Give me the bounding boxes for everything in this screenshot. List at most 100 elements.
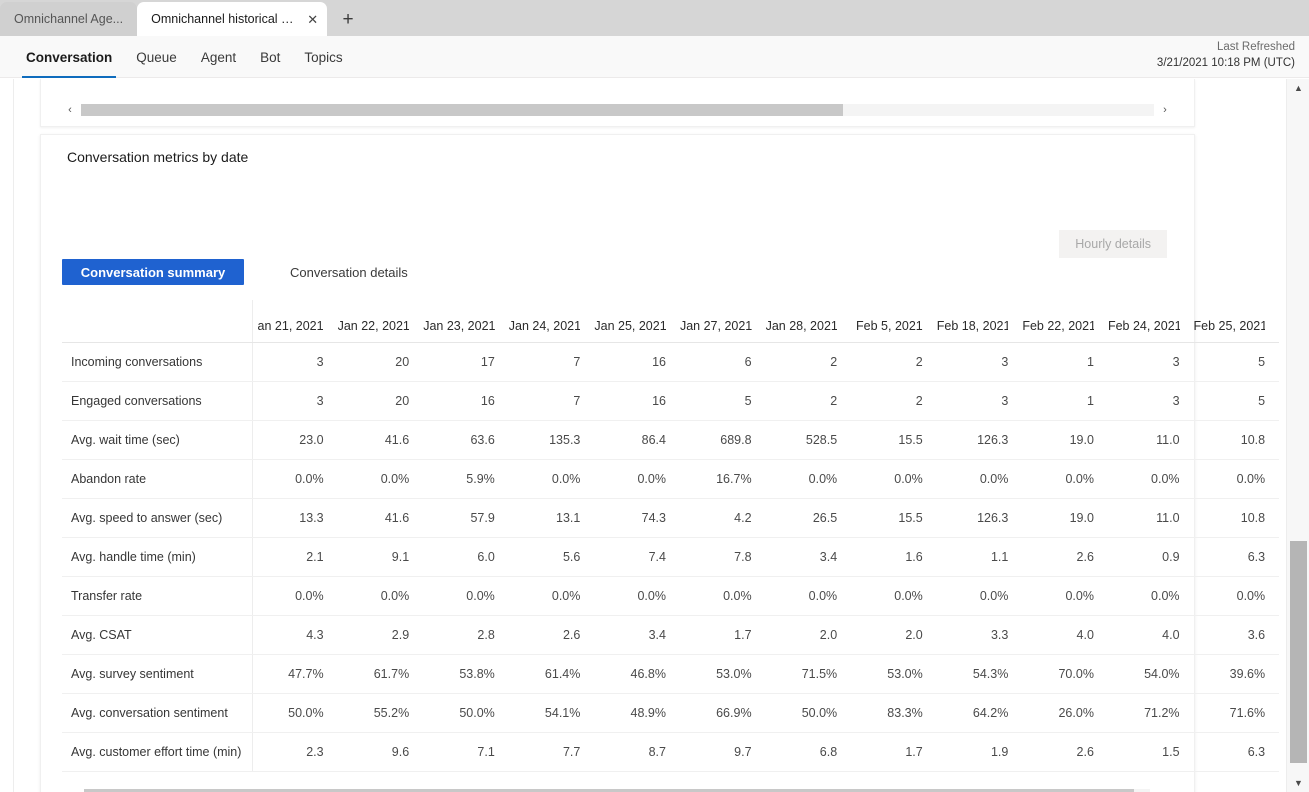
column-header[interactable]: Jan 27, 2021 (680, 300, 766, 342)
table-cell: 7 (508, 381, 595, 421)
column-header-label: Jan 22, 2021 (337, 318, 410, 333)
table-corner-header (62, 300, 253, 343)
table-cell: 48.9% (594, 693, 680, 733)
table-cell: 6 (679, 342, 766, 382)
table-cell: 26.0% (1022, 693, 1108, 733)
row-label: Avg. conversation sentiment (62, 693, 253, 733)
chevron-left-icon[interactable]: ‹ (59, 102, 81, 118)
table-cell: 0.0% (1193, 459, 1280, 499)
row-label: Avg. CSAT (62, 615, 253, 655)
table-cell: 3.4 (765, 537, 852, 577)
tab-conversation-details[interactable]: Conversation details (286, 259, 412, 285)
table-cell: 15.5 (851, 498, 937, 538)
table-cell: 41.6 (337, 420, 424, 460)
table-row: Avg. CSAT 4.3 2.9 2.8 2.6 3.4 1.7 2.0 2.0 3.3 4.0 4… (62, 615, 1280, 655)
page-vertical-scrollbar[interactable]: ▲ ▼ (1286, 79, 1309, 792)
table-cell: 1.5 (1107, 732, 1194, 772)
vscrollbar-thumb[interactable] (1290, 541, 1307, 763)
chevron-left-icon[interactable]: ‹ (62, 787, 84, 792)
metrics-table-wrapper: an 21, 2021 Jan 22, 2021 Jan 23, 2021 Ja… (62, 300, 1280, 772)
upper-panel-hscrollbar[interactable]: ‹ › (59, 102, 1176, 118)
table-cell: 57.9 (423, 498, 509, 538)
column-header[interactable]: Feb 18, 2021 (937, 300, 1023, 342)
column-header[interactable]: Jan 23, 2021 (423, 300, 509, 342)
table-cell: 55.2% (337, 693, 424, 733)
column-header[interactable]: Jan 25, 2021 (594, 300, 680, 342)
table-cell: 3 (1107, 381, 1194, 421)
column-header[interactable]: Feb 5, 2021 (851, 300, 937, 342)
tab-topics[interactable]: Topics (292, 36, 354, 78)
tab-bot[interactable]: Bot (248, 36, 292, 78)
column-header[interactable]: Feb 22, 2021 (1022, 300, 1108, 342)
table-cell: 5 (1193, 342, 1280, 382)
table-cell: 5.9% (423, 459, 509, 499)
tab-conversation[interactable]: Conversation (14, 36, 124, 78)
chevron-right-icon[interactable]: › (1154, 102, 1176, 118)
table-cell: 86.4 (594, 420, 680, 460)
browser-tab-label: Omnichannel Age... (14, 12, 124, 26)
scroll-up-icon[interactable]: ▲ (1287, 79, 1309, 97)
browser-tab-inactive[interactable]: Omnichannel Age... (0, 2, 138, 36)
table-cell: 0.0% (252, 576, 338, 616)
table-header-row: an 21, 2021 Jan 22, 2021 Jan 23, 2021 Ja… (62, 300, 1280, 343)
browser-tab-active[interactable]: Omnichannel historical an... ✕ (137, 2, 328, 36)
column-header-label: Jan 24, 2021 (508, 318, 581, 333)
column-header[interactable]: Feb 24, 2021 (1108, 300, 1194, 342)
table-cell: 0.0% (1107, 459, 1194, 499)
table-cell: 4.0 (1107, 615, 1194, 655)
table-cell: 10.8 (1193, 420, 1280, 460)
close-icon[interactable]: ✕ (304, 10, 321, 28)
chevron-right-icon[interactable]: › (1150, 787, 1172, 792)
hourly-details-button[interactable]: Hourly details (1059, 230, 1167, 258)
table-cell: 7.4 (594, 537, 680, 577)
table-cell: 74.3 (594, 498, 680, 538)
table-cell: 0.0% (508, 459, 595, 499)
table-cell: 54.1% (508, 693, 595, 733)
tab-label: Queue (136, 49, 177, 65)
table-cell: 6.8 (765, 732, 852, 772)
table-cell: 0.0% (1022, 576, 1108, 616)
table-cell: 4.0 (1022, 615, 1108, 655)
column-header[interactable]: Jan 22, 2021 (338, 300, 424, 342)
table-cell: 16 (594, 342, 680, 382)
table-row: Avg. speed to answer (sec) 13.3 41.6 57.9 13… (62, 498, 1280, 538)
tab-queue[interactable]: Queue (124, 36, 189, 78)
column-header[interactable]: Jan 24, 2021 (509, 300, 595, 342)
table-cell: 71.6% (1193, 693, 1280, 733)
column-header[interactable]: an 21, 2021 (252, 300, 338, 342)
table-cell: 63.6 (423, 420, 509, 460)
table-cell: 7.7 (508, 732, 595, 772)
tab-agent[interactable]: Agent (189, 36, 248, 78)
table-cell: 5 (679, 381, 766, 421)
table-hscrollbar[interactable]: ‹ › (62, 787, 1172, 792)
scroll-down-icon[interactable]: ▼ (1287, 774, 1309, 792)
table-cell: 66.9% (679, 693, 766, 733)
table-cell: 0.0% (594, 576, 680, 616)
table-row: Transfer rate 0.0% 0.0% 0.0% 0.0% 0.0% 0.0% 0.0… (62, 576, 1280, 616)
table-row: Avg. handle time (min) 2.1 9.1 6.0 5.6 7.4 7.8… (62, 537, 1280, 577)
table-cell: 3.4 (594, 615, 680, 655)
row-label: Abandon rate (62, 459, 253, 499)
table-cell: 9.1 (337, 537, 424, 577)
table-cell: 50.0% (423, 693, 509, 733)
table-cell: 689.8 (679, 420, 766, 460)
table-cell: 16 (423, 381, 509, 421)
last-refreshed-value: 3/21/2021 10:18 PM (UTC) (1156, 57, 1295, 69)
new-tab-icon[interactable]: + (333, 4, 363, 34)
hscrollbar-track[interactable] (81, 104, 1154, 116)
table-cell: 7.8 (679, 537, 766, 577)
table-cell: 11.0 (1107, 498, 1194, 538)
table-cell: 50.0% (252, 693, 338, 733)
table-cell: 3.3 (936, 615, 1023, 655)
table-cell: 2 (851, 342, 937, 382)
table-cell: 0.9 (1107, 537, 1194, 577)
table-cell: 1.7 (679, 615, 766, 655)
table-cell: 2.9 (337, 615, 424, 655)
column-header[interactable]: Jan 28, 2021 (766, 300, 852, 342)
tab-conversation-summary[interactable]: Conversation summary (62, 259, 244, 285)
column-header[interactable]: Feb 25, 2021 (1194, 300, 1280, 342)
application-window: Omnichannel Age... Omnichannel historica… (0, 0, 1309, 792)
table-cell: 0.0% (765, 576, 852, 616)
hscrollbar-thumb[interactable] (81, 104, 843, 116)
table-cell: 0.0% (594, 459, 680, 499)
